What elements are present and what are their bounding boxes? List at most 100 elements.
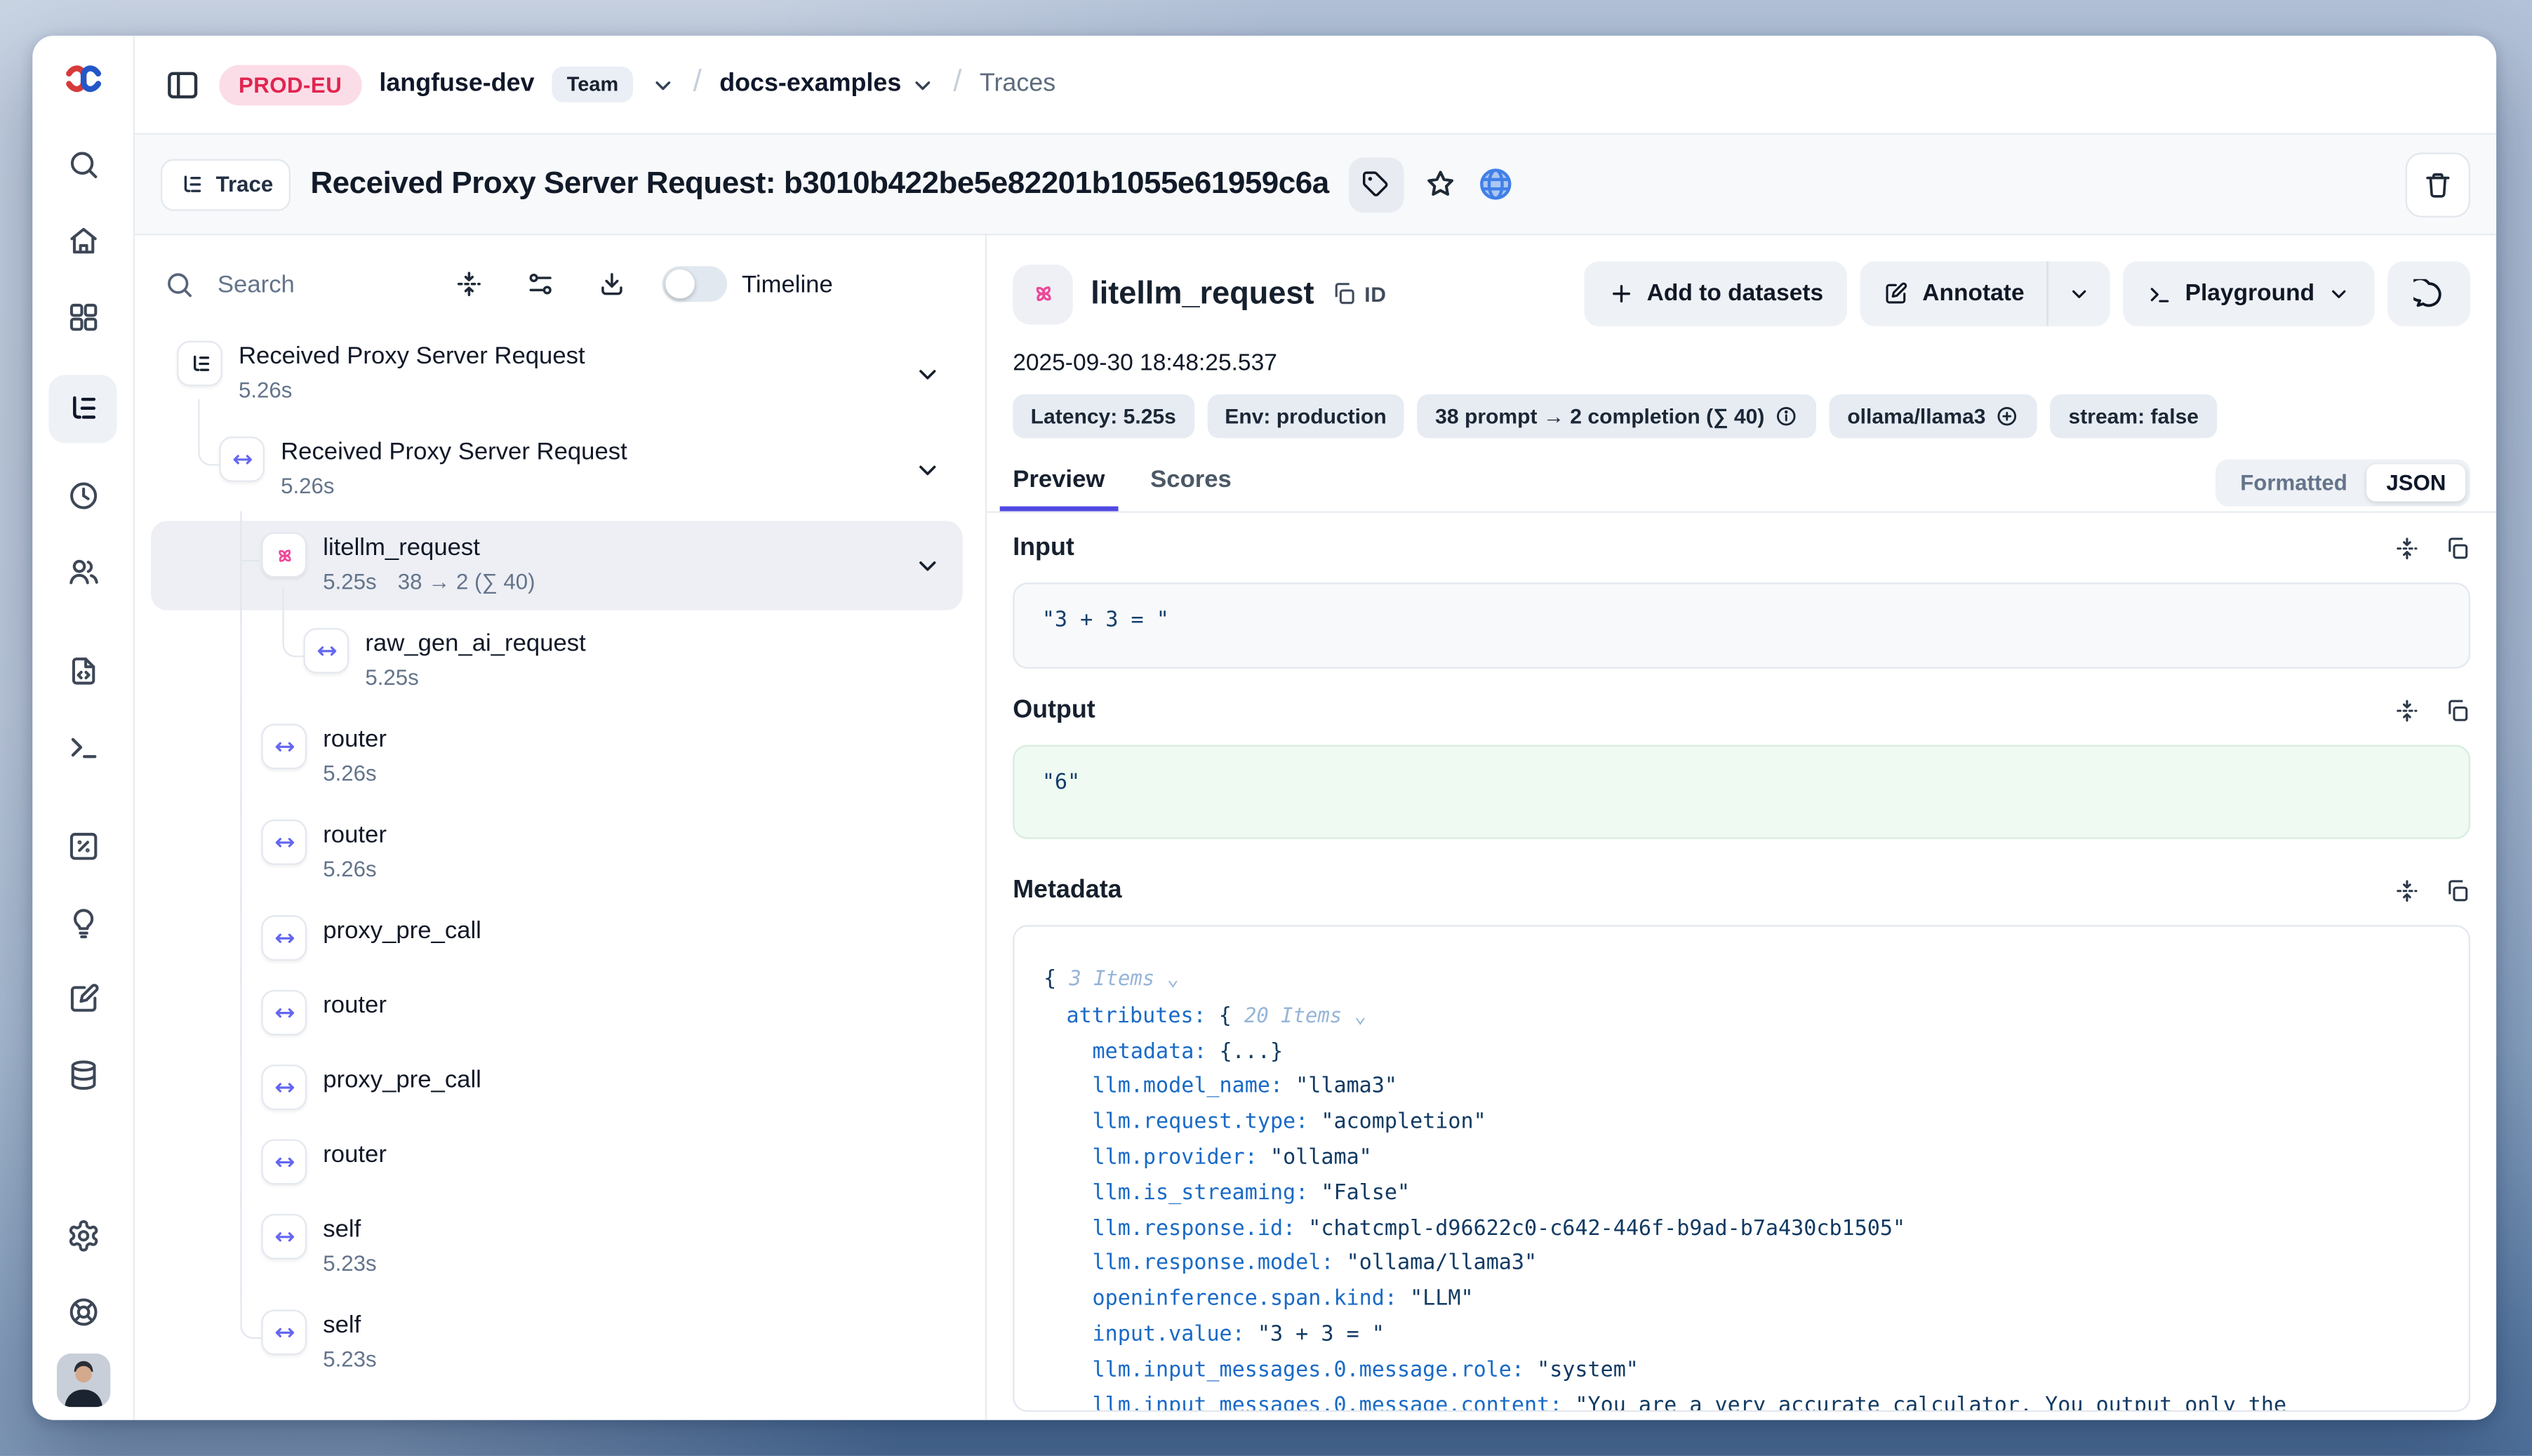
terminal-icon <box>2147 281 2172 306</box>
tracing-icon[interactable] <box>48 375 116 443</box>
datasets-icon[interactable] <box>55 1047 111 1102</box>
tree-item-generation-selected[interactable]: litellm_request5.25s38 → 2 (∑ 40) <box>151 521 962 610</box>
output-section-header: Output <box>1013 696 2470 726</box>
tree-item-span[interactable]: Received Proxy Server Request5.26s <box>151 425 962 514</box>
project-selector[interactable]: docs-examples <box>719 69 935 99</box>
json-line[interactable]: metadata: {...} <box>1041 1035 2443 1070</box>
json-line[interactable]: llm.response.model: "ollama/llama3" <box>1041 1247 2443 1282</box>
annotate-chevron-down-icon[interactable] <box>2048 261 2110 326</box>
json-line[interactable]: llm.is_streaming: "False" <box>1041 1176 2443 1211</box>
tag-icon[interactable] <box>1348 156 1404 212</box>
json-line[interactable]: llm.model_name: "llama3" <box>1041 1070 2443 1105</box>
insights-icon[interactable] <box>55 894 111 949</box>
sessions-icon[interactable] <box>55 467 111 523</box>
download-icon[interactable] <box>597 269 627 299</box>
copy-icon[interactable] <box>2444 535 2470 561</box>
star-icon[interactable] <box>1423 167 1458 201</box>
dashboards-icon[interactable] <box>55 289 111 345</box>
input-section-header: Input <box>1013 534 2470 563</box>
copy-icon[interactable] <box>2444 698 2470 724</box>
env-badge: Env: production <box>1207 394 1404 438</box>
globe-icon[interactable] <box>1477 166 1514 203</box>
list-tree-icon <box>178 171 204 197</box>
chevron-down-icon[interactable] <box>914 360 941 387</box>
search-input[interactable] <box>214 269 412 300</box>
info-icon[interactable] <box>1774 404 1799 429</box>
trace-type-badge[interactable]: Trace <box>161 158 291 210</box>
format-option-json[interactable]: JSON <box>2367 464 2466 501</box>
tree-item-span[interactable]: router5.26s <box>151 712 962 801</box>
org-role-badge[interactable]: Team <box>552 67 633 102</box>
plus-circle-icon[interactable] <box>1995 404 2020 429</box>
collapse-icon[interactable] <box>2394 535 2420 561</box>
tab-preview[interactable]: Preview <box>1000 466 1118 512</box>
span-arrows-icon <box>219 436 265 482</box>
json-line[interactable]: llm.response.id: "chatcmpl-d96622c0-c642… <box>1041 1212 2443 1247</box>
user-avatar[interactable] <box>56 1354 109 1407</box>
copy-id-button[interactable]: ID <box>1331 281 1387 307</box>
observation-badges: Latency: 5.25s Env: production 38 prompt… <box>1013 394 2470 438</box>
token-usage-badge: 38 prompt → 2 completion (∑ 40) <box>1418 394 1817 438</box>
support-icon[interactable] <box>55 1283 111 1339</box>
annotation-icon[interactable] <box>55 970 111 1026</box>
desktop: PROD-EU langfuse-dev Team / docs-example… <box>0 0 2532 1456</box>
evaluation-icon[interactable] <box>55 818 111 874</box>
comments-button[interactable] <box>2387 261 2470 326</box>
json-line[interactable]: attributes: { 20 Items ⌄ <box>1041 998 2443 1035</box>
delete-trace-button[interactable] <box>2406 152 2471 217</box>
collapse-icon[interactable] <box>2394 878 2420 904</box>
collapse-all-icon[interactable] <box>455 269 484 299</box>
json-line[interactable]: { 3 Items ⌄ <box>1041 961 2443 998</box>
chevron-down-icon[interactable] <box>914 552 941 579</box>
json-line[interactable]: openinference.span.kind: "LLM" <box>1041 1283 2443 1318</box>
project-chevron-down-icon <box>911 72 935 97</box>
users-icon[interactable] <box>55 544 111 599</box>
tree-item-span[interactable]: proxy_pre_call <box>151 904 962 972</box>
org-chevron-down-icon[interactable] <box>651 72 675 97</box>
format-option-formatted[interactable]: Formatted <box>2220 464 2366 501</box>
sidebar-toggle-icon[interactable] <box>164 66 201 103</box>
playground-icon[interactable] <box>55 719 111 775</box>
tab-scores[interactable]: Scores <box>1138 466 1245 512</box>
langfuse-logo-icon[interactable] <box>61 57 105 100</box>
json-line[interactable]: llm.input_messages.0.message.role: "syst… <box>1041 1353 2443 1388</box>
tree-item-span[interactable]: proxy_pre_call <box>151 1053 962 1121</box>
chevron-down-icon[interactable] <box>914 456 941 483</box>
timeline-toggle[interactable] <box>662 266 728 302</box>
home-icon[interactable] <box>55 213 111 268</box>
tree-item-span[interactable]: router <box>151 1128 962 1196</box>
annotate-button[interactable]: Annotate <box>1860 261 2047 326</box>
collapse-icon[interactable] <box>2394 698 2420 724</box>
copy-icon[interactable] <box>2444 878 2470 904</box>
prompts-icon[interactable] <box>55 643 111 698</box>
json-line[interactable]: llm.request.type: "acompletion" <box>1041 1105 2443 1140</box>
json-line[interactable]: llm.provider: "ollama" <box>1041 1141 2443 1176</box>
tree-item-span[interactable]: raw_gen_ai_request5.25s <box>151 617 962 706</box>
tree-item-span[interactable]: self5.23s <box>151 1203 962 1292</box>
metadata-json-viewer: { 3 Items ⌄ attributes: { 20 Items ⌄ met… <box>1013 925 2470 1412</box>
span-arrows-icon <box>303 628 349 674</box>
add-to-datasets-button[interactable]: Add to datasets <box>1583 261 1847 326</box>
tree-item-span[interactable]: router5.26s <box>151 808 962 897</box>
org-name[interactable]: langfuse-dev <box>379 69 534 99</box>
tree-item-span[interactable]: self5.23s <box>151 1298 962 1387</box>
json-line[interactable]: input.value: "3 + 3 = " <box>1041 1318 2443 1353</box>
tree-item-trace-root[interactable]: Received Proxy Server Request5.26s <box>151 330 962 419</box>
main-area: PROD-EU langfuse-dev Team / docs-example… <box>135 36 2496 1420</box>
span-arrows-icon <box>261 1064 307 1110</box>
settings-icon[interactable] <box>55 1208 111 1263</box>
tree-item-span[interactable]: router <box>151 979 962 1047</box>
search-icon <box>164 269 195 300</box>
span-arrows-icon <box>261 820 307 865</box>
observation-timestamp: 2025-09-30 18:48:25.537 <box>1013 351 2470 377</box>
breadcrumb-section[interactable]: Traces <box>980 69 1055 99</box>
playground-button[interactable]: Playground <box>2124 261 2375 326</box>
view-settings-icon[interactable] <box>526 269 555 299</box>
search-icon[interactable] <box>55 136 111 192</box>
app-window: PROD-EU langfuse-dev Team / docs-example… <box>32 36 2496 1420</box>
generation-pinwheel-icon <box>1013 264 1073 324</box>
stream-badge: stream: false <box>2051 394 2216 438</box>
plus-icon <box>1608 281 1634 307</box>
environment-badge[interactable]: PROD-EU <box>219 64 361 105</box>
json-line[interactable]: llm.input_messages.0.message.content: "Y… <box>1041 1389 2443 1412</box>
